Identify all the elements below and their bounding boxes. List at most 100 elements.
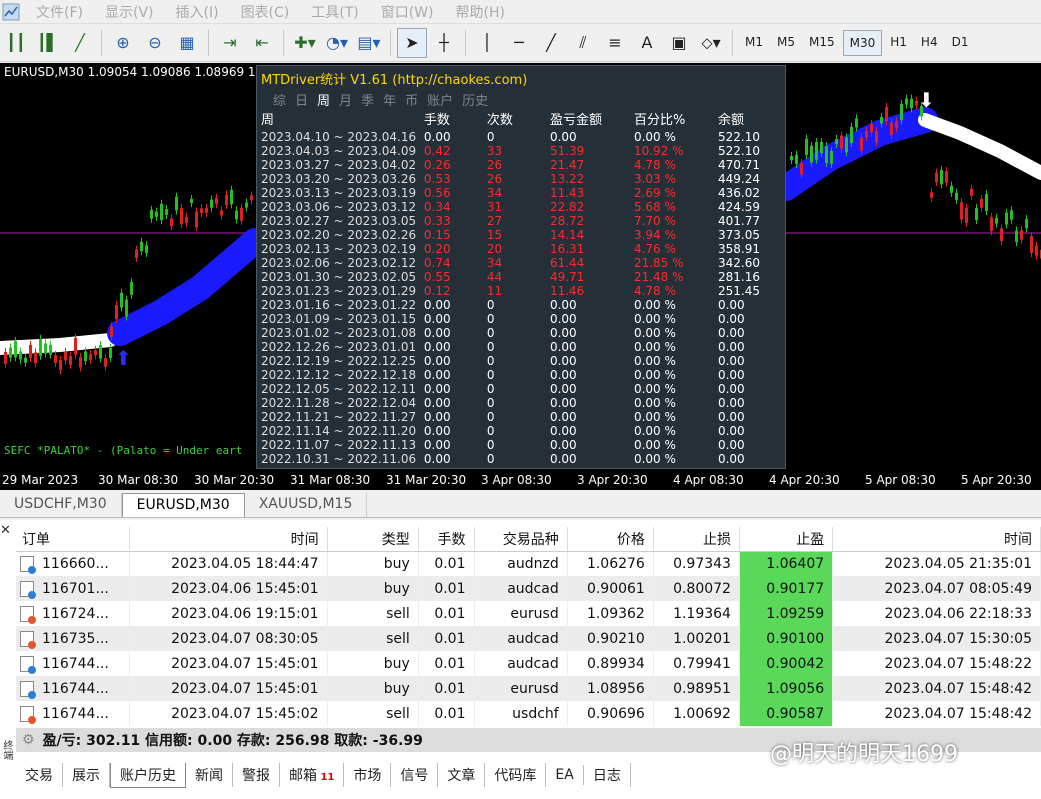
column-header[interactable]: 类型 — [327, 527, 419, 552]
bar-chart-icon[interactable]: ┃┃ — [1, 28, 31, 58]
stats-cell: 0.42 — [423, 144, 451, 158]
column-header[interactable]: 止损 — [653, 527, 740, 552]
price-candle — [870, 123, 873, 133]
timeframe-m30-button[interactable]: M30 — [842, 29, 883, 56]
chart-tab[interactable]: USDCHF,M30 — [0, 493, 122, 517]
stats-cell: 26 — [486, 158, 503, 172]
terminal-tab[interactable]: 展示 — [63, 763, 110, 787]
order-time-cell: 2023.04.07 15:45:02 — [129, 701, 328, 726]
menu-item[interactable]: 文件(F) — [26, 2, 95, 22]
panel-tab[interactable]: 账户 — [427, 90, 453, 109]
timeframe-d1-button[interactable]: D1 — [946, 30, 975, 56]
panel-tab[interactable]: 日 — [295, 90, 308, 109]
terminal-tab[interactable]: 新闻 — [186, 763, 233, 787]
menu-item[interactable]: 图表(C) — [231, 2, 302, 22]
column-header[interactable]: 订单 — [16, 527, 130, 552]
fibonacci-icon[interactable]: ≡ — [600, 28, 630, 58]
stats-cell: 0.00 % — [633, 298, 676, 312]
terminal-tab[interactable]: 交易 — [16, 763, 63, 787]
menu-item[interactable]: 帮助(H) — [446, 2, 517, 22]
terminal-tab[interactable]: 日志 — [584, 763, 631, 787]
terminal-tab[interactable]: 邮箱 11 — [280, 763, 345, 787]
close-terminal-icon[interactable]: ✕ — [0, 523, 12, 538]
buy-signal-arrow-icon: ⬆ — [115, 346, 132, 370]
terminal-tab[interactable]: 文章 — [438, 763, 486, 787]
zoom-out-icon[interactable]: ⊖ — [140, 28, 170, 58]
timeframe-h4-button[interactable]: H4 — [915, 30, 944, 56]
candlestick-chart-icon[interactable]: ┃▌ — [33, 28, 63, 58]
chart-shift-icon[interactable]: ⇥ — [215, 28, 245, 58]
order-row[interactable]: 116735... 2023.04.07 08:30:05 sell 0.01 audc… — [16, 626, 1041, 651]
order-sl-cell: 1.00692 — [653, 701, 740, 726]
order-tp-cell: 0.90177 — [739, 576, 834, 601]
order-price-cell: 1.06276 — [567, 551, 654, 576]
menu-item[interactable]: 工具(T) — [301, 2, 370, 22]
crosshair-icon[interactable]: ┼ — [429, 28, 459, 58]
stats-cell: 522.10 — [717, 130, 760, 144]
stats-cell: 2022.12.19 ~ 2022.12.25 — [261, 354, 417, 368]
horizontal-line-icon[interactable]: ─ — [504, 28, 534, 58]
cursor-icon[interactable]: ➤ — [397, 27, 427, 58]
zoom-in-icon[interactable]: ⊕ — [108, 28, 138, 58]
terminal-tab[interactable]: EA — [546, 765, 584, 785]
column-header[interactable]: 时间 — [129, 527, 328, 552]
order-row[interactable]: 116724... 2023.04.06 19:15:01 sell 0.01 euru… — [16, 601, 1041, 626]
timeframe-m1-button[interactable]: M1 — [739, 30, 769, 56]
timeframe-m5-button[interactable]: M5 — [771, 30, 801, 56]
indicators-icon[interactable]: ✚▾ — [290, 28, 320, 58]
column-header[interactable]: 止盈 — [739, 527, 834, 552]
menu-item[interactable]: 插入(I) — [166, 2, 231, 22]
panel-tab[interactable]: 历史 — [462, 90, 488, 109]
timeframe-h1-button[interactable]: H1 — [884, 30, 913, 56]
panel-tab[interactable]: 季 — [361, 90, 374, 109]
stats-cell: 0.33 — [423, 214, 451, 228]
vertical-line-icon[interactable]: │ — [472, 28, 502, 58]
autoscroll-icon[interactable]: ⇤ — [247, 28, 277, 58]
timeframe-m15-button[interactable]: M15 — [803, 30, 841, 56]
panel-tab[interactable]: 币 — [405, 90, 418, 109]
equidistant-channel-icon[interactable]: ⫽ — [568, 28, 598, 58]
terminal-tab[interactable]: 代码库 — [485, 763, 547, 787]
stats-row: 2023.01.02 ~ 2023.01.08 0.00 0 0.00 0.00 % 0.… — [261, 326, 781, 340]
menu-item[interactable]: 显示(V) — [95, 2, 166, 22]
text-label-icon[interactable]: ▣ — [664, 28, 694, 58]
stats-cell: 424.59 — [717, 200, 760, 214]
order-row[interactable]: 116744... 2023.04.07 15:45:02 sell 0.01 usdc… — [16, 701, 1041, 726]
text-icon[interactable]: A — [632, 28, 662, 58]
order-close-time-cell: 2023.04.07 15:30:05 — [832, 626, 1041, 651]
order-row[interactable]: 116744... 2023.04.07 15:45:01 buy 0.01 audca… — [16, 651, 1041, 676]
terminal-tab[interactable]: 警报 — [233, 763, 280, 787]
line-chart-icon[interactable]: ╱ — [65, 28, 95, 58]
stats-cell: 0 — [486, 354, 495, 368]
trend-line-icon[interactable]: ╱ — [536, 28, 566, 58]
price-candle — [795, 154, 798, 164]
terminal-tab[interactable]: 市场 — [344, 763, 392, 787]
terminal-tab[interactable]: 信号 — [391, 763, 439, 787]
column-header[interactable]: 手数 — [418, 527, 475, 552]
chart-tab[interactable]: XAUUSD,M15 — [245, 493, 368, 517]
panel-tab[interactable]: 年 — [383, 90, 396, 109]
panel-tab[interactable]: 综 — [273, 90, 286, 109]
stats-cell: 31 — [486, 200, 503, 214]
order-row[interactable]: 116660... 2023.04.05 18:44:47 buy 0.01 audnz… — [16, 551, 1041, 576]
chart-tab[interactable]: EURUSD,M30 — [121, 493, 245, 517]
shapes-icon[interactable]: ⬦▾ — [696, 28, 726, 58]
column-header[interactable]: 交易品种 — [474, 527, 568, 552]
tile-windows-icon[interactable]: ▦ — [172, 28, 202, 58]
order-sl-cell: 1.00201 — [653, 626, 740, 651]
periods-clock-icon[interactable]: ◔▾ — [322, 28, 352, 58]
terminal-tab[interactable]: 账户历史 — [110, 762, 186, 788]
stats-cell: 0.00 — [717, 424, 745, 438]
templates-icon[interactable]: ▤▾ — [354, 28, 384, 58]
order-row[interactable]: 116744... 2023.04.07 15:45:01 buy 0.01 eurus… — [16, 676, 1041, 701]
order-row[interactable]: 116701... 2023.04.06 15:45:01 buy 0.01 audca… — [16, 576, 1041, 601]
price-candle — [170, 218, 173, 227]
column-header[interactable]: 价格 — [567, 527, 654, 552]
column-header[interactable]: 时间 — [832, 527, 1041, 552]
stats-cell: 21.85 % — [633, 256, 684, 270]
panel-tab[interactable]: 周 — [317, 90, 330, 109]
stats-row: 2023.01.16 ~ 2023.01.22 0.00 0 0.00 0.00 % 0.… — [261, 298, 781, 312]
menu-item[interactable]: 窗口(W) — [371, 2, 446, 22]
stats-row: 2023.01.09 ~ 2023.01.15 0.00 0 0.00 0.00 % 0.… — [261, 312, 781, 326]
panel-tab[interactable]: 月 — [339, 90, 352, 109]
